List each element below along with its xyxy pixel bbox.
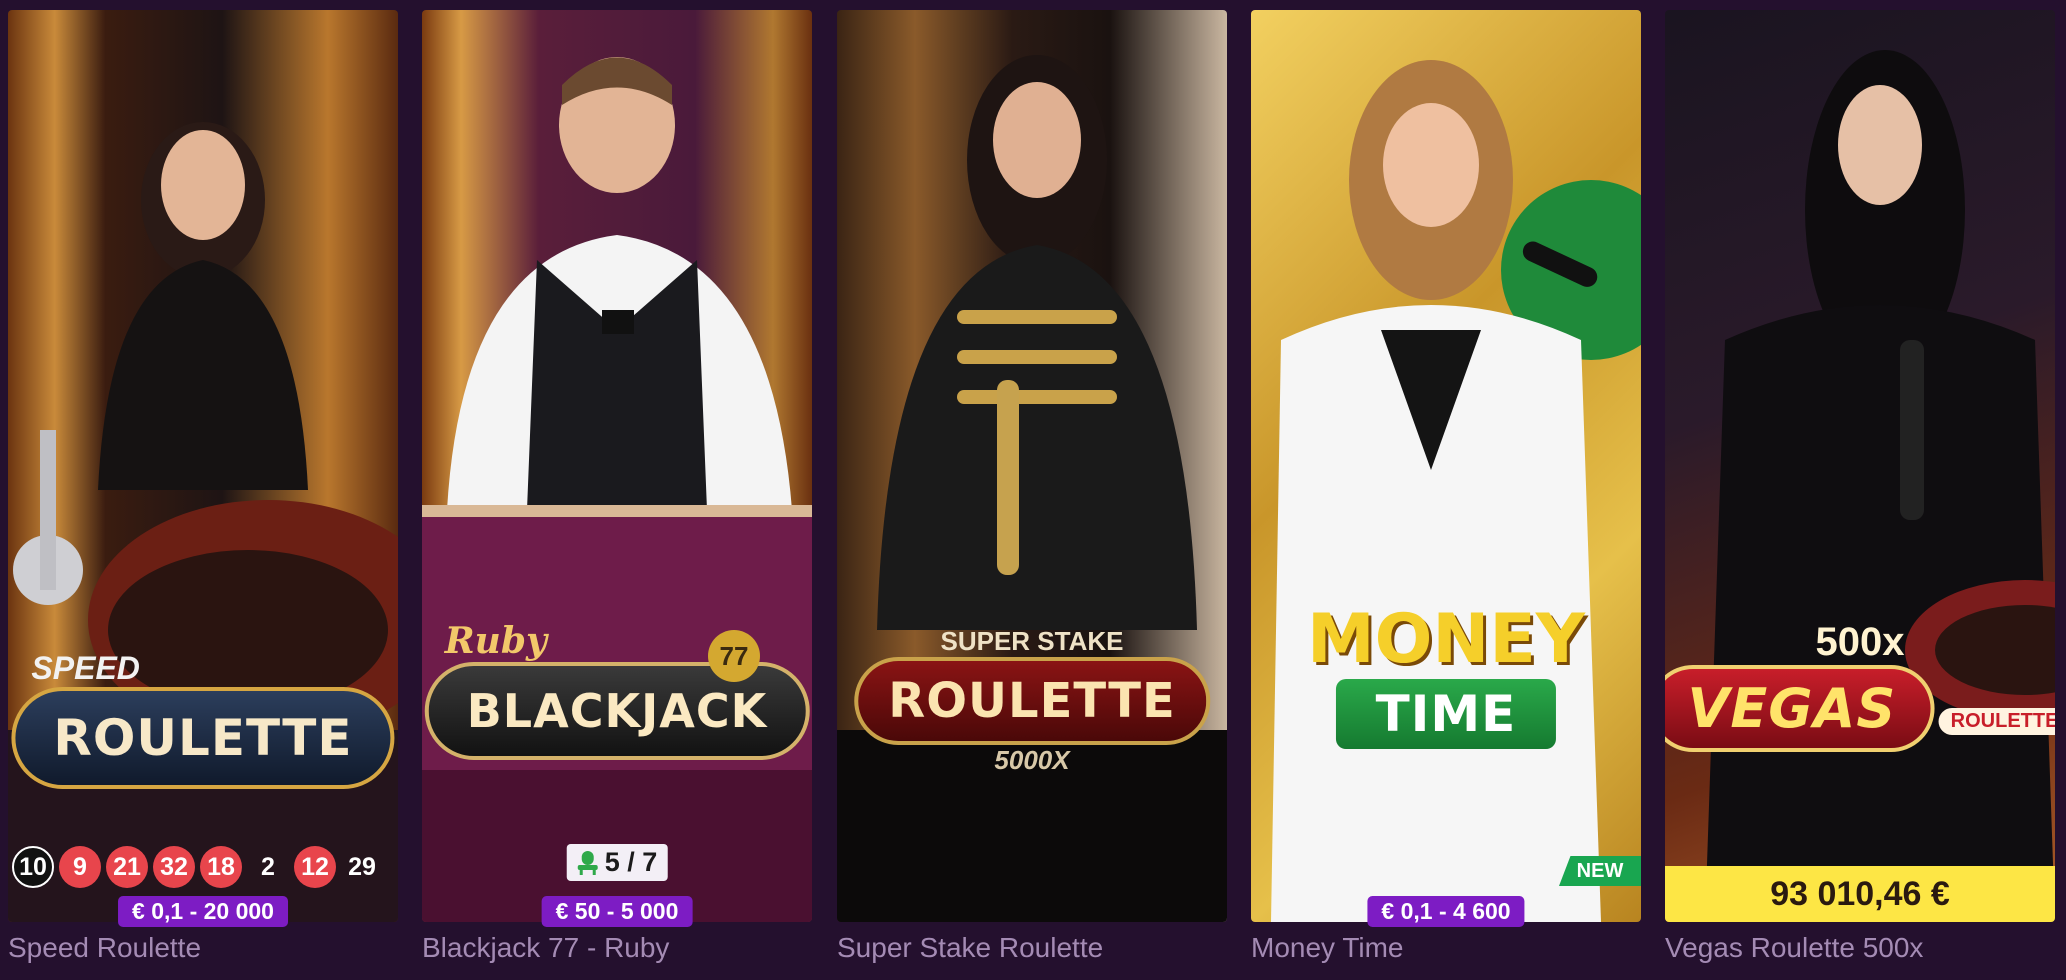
seats-indicator: 5 / 7 <box>566 844 668 881</box>
result-number: 9 <box>59 846 101 888</box>
game-title[interactable]: Vegas Roulette 500x <box>1665 932 2065 964</box>
game-title[interactable]: Blackjack 77 - Ruby <box>422 932 822 964</box>
game-logo: SPEED ROULETTE <box>11 650 395 789</box>
logo-suffix: ROULETTE <box>1938 708 2055 735</box>
game-thumbnail[interactable]: MONEY TIME NEW <box>1251 10 1641 922</box>
dealer-image <box>837 55 1227 922</box>
dealer-image <box>1705 50 2055 922</box>
game-thumbnail[interactable]: SUPER STAKE ROULETTE 5000X <box>837 10 1227 922</box>
logo-line2: TIME <box>1335 679 1557 749</box>
result-number: 32 <box>153 846 195 888</box>
result-number: 2 <box>261 852 275 881</box>
new-badge: NEW <box>1559 856 1641 886</box>
logo-main-text: BLACKJACK <box>424 662 810 760</box>
game-title[interactable]: Super Stake Roulette <box>837 932 1237 964</box>
seats-count: 5 / 7 <box>604 847 658 877</box>
logo-suffix: 5000X <box>994 745 1070 775</box>
bet-limit-badge: € 0,1 - 20 000 <box>118 896 288 927</box>
result-number: 21 <box>106 846 148 888</box>
logo-line1: MONEY <box>1306 600 1586 679</box>
logo-main-text: ROULETTE <box>854 657 1210 745</box>
dealer-image <box>422 57 812 922</box>
logo-main-text: ROULETTE <box>11 687 395 789</box>
game-logo: SUPER STAKE ROULETTE 5000X <box>854 626 1210 776</box>
game-title[interactable]: Money Time <box>1251 932 1651 964</box>
game-card-super-stake-roulette[interactable]: SUPER STAKE ROULETTE 5000X Super Stake R… <box>837 10 1227 970</box>
logo-main-text: VEGAS <box>1665 665 1935 752</box>
logo-prefix: SUPER STAKE <box>940 626 1124 656</box>
game-card-speed-roulette[interactable]: SPEED ROULETTE 10 9 21 32 18 2 12 29 € 0… <box>8 10 398 970</box>
game-card-blackjack-77-ruby[interactable]: Ruby BLACKJACK 77 5 / 7 € 50 - 5 000 Bla… <box>422 10 812 970</box>
game-logo: 500x VEGAS ROULETTE <box>1665 620 2055 752</box>
seat-icon <box>577 850 598 875</box>
result-number: 18 <box>200 846 242 888</box>
logo-prefix: 500x <box>1815 620 1905 664</box>
game-grid: SPEED ROULETTE 10 9 21 32 18 2 12 29 € 0… <box>0 0 2066 980</box>
game-title[interactable]: Speed Roulette <box>8 932 408 964</box>
result-number: 29 <box>348 852 376 881</box>
logo-prefix: SPEED <box>31 650 140 686</box>
game-thumbnail[interactable]: 500x VEGAS ROULETTE 93 010,46 € <box>1665 10 2055 922</box>
jackpot-amount: 93 010,46 € <box>1665 866 2055 922</box>
result-number: 12 <box>294 846 336 888</box>
recent-results: 10 9 21 32 18 2 12 29 <box>12 846 383 888</box>
bet-limit-badge: € 0,1 - 4 600 <box>1367 896 1525 927</box>
logo-77-badge: 77 <box>708 630 760 682</box>
bet-limit-badge: € 50 - 5 000 <box>541 896 693 927</box>
game-card-money-time[interactable]: MONEY TIME NEW € 0,1 - 4 600 Money Time <box>1251 10 1641 970</box>
game-logo: MONEY TIME <box>1307 600 1585 749</box>
game-thumbnail[interactable]: Ruby BLACKJACK 77 5 / 7 <box>422 10 812 922</box>
game-thumbnail[interactable]: SPEED ROULETTE 10 9 21 32 18 2 12 29 <box>8 10 398 922</box>
game-card-vegas-roulette-500x[interactable]: 500x VEGAS ROULETTE 93 010,46 € Vegas Ro… <box>1665 10 2055 970</box>
result-number: 10 <box>12 846 54 888</box>
dealer-image <box>1271 60 1641 922</box>
